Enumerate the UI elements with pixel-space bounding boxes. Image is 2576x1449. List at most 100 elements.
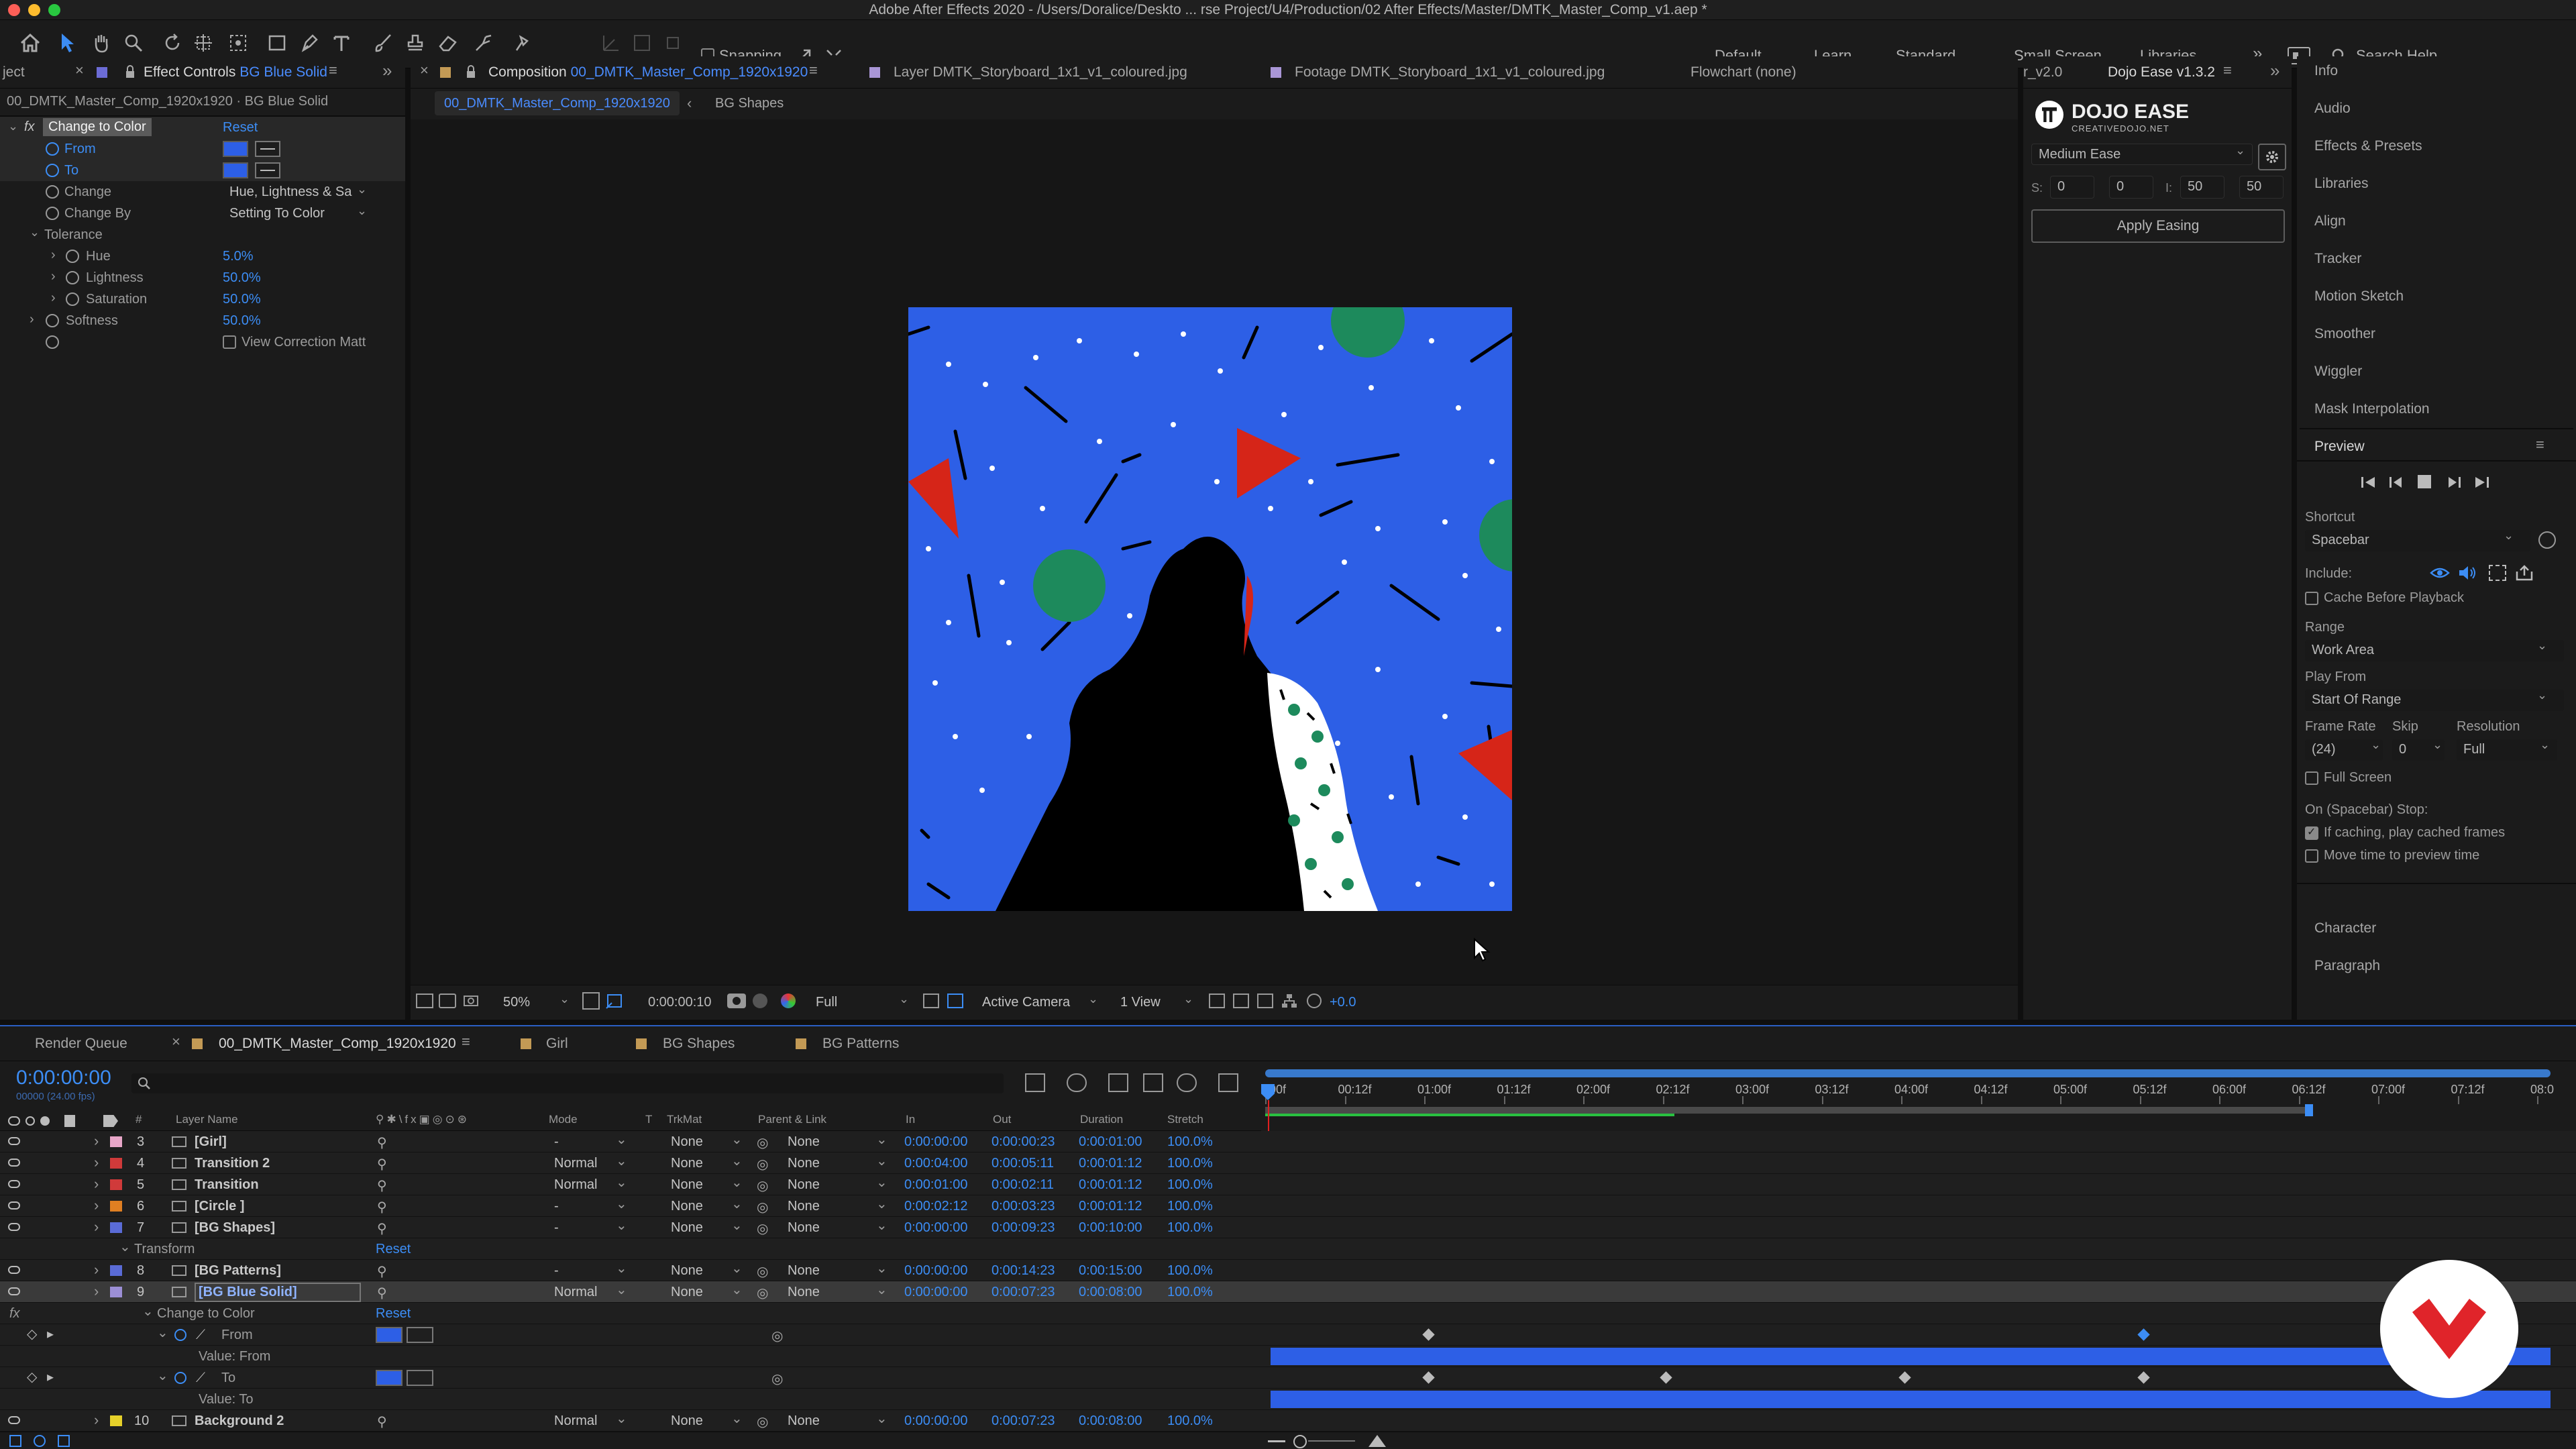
duration[interactable]: 0:00:15:00	[1079, 1263, 1142, 1279]
speed-out-field[interactable]: 0	[2109, 176, 2153, 199]
chevron-down-icon[interactable]: ⌄	[8, 119, 18, 133]
pickwhip-icon[interactable]: ◎	[757, 1413, 768, 1430]
eye-icon[interactable]	[8, 1416, 20, 1424]
tracker-panel-tab[interactable]: Tracker	[2314, 251, 2361, 267]
dojo-settings-gear-icon[interactable]	[2258, 144, 2286, 170]
composition-canvas[interactable]	[908, 307, 1512, 911]
layer-row[interactable]: › 10 Background 2 ⚲ Normal ⌄ None ⌄ ◎ None ⌄ 0:00:0…	[0, 1410, 2576, 1432]
label-color-swatch[interactable]	[110, 1415, 122, 1426]
align-panel-tab[interactable]: Align	[2314, 213, 2346, 229]
duration[interactable]: 0:00:08:00	[1079, 1413, 1142, 1429]
smoother-panel-tab[interactable]: Smoother	[2314, 326, 2375, 342]
chevron-right-icon[interactable]: ›	[94, 1283, 99, 1300]
tab-layer[interactable]: Layer DMTK_Storyboard_1x1_v1_coloured.jp…	[894, 56, 1187, 89]
parent-dropdown[interactable]: None	[788, 1156, 820, 1171]
selection-tool-icon[interactable]	[54, 28, 82, 58]
stretch[interactable]: 100.0%	[1167, 1156, 1213, 1171]
shy-switch-icon[interactable]: ⚲	[377, 1263, 387, 1280]
chevron-right-icon[interactable]: ›	[94, 1197, 99, 1214]
in-out-toggle-icon[interactable]	[58, 1435, 70, 1447]
lightness-value[interactable]: 50.0%	[223, 270, 261, 286]
pickwhip-icon[interactable]: ◎	[757, 1263, 768, 1280]
overlays-include-icon[interactable]	[2489, 565, 2506, 581]
mode-dropdown[interactable]: -	[554, 1199, 559, 1214]
export-icon[interactable]	[2514, 565, 2534, 581]
close-icon[interactable]: ×	[75, 62, 84, 79]
type-tool-icon[interactable]	[327, 28, 356, 58]
stopwatch-icon[interactable]	[46, 185, 59, 199]
layer-row[interactable]: › 9 [BG Blue Solid] ⚲ Normal ⌄ None ⌄ ◎ None ⌄ 0:00…	[0, 1281, 2576, 1303]
graph-icon[interactable]: ⟋	[196, 1328, 205, 1343]
stretch[interactable]: 100.0%	[1167, 1285, 1213, 1300]
trkmat-dropdown[interactable]: None	[671, 1220, 703, 1236]
duration[interactable]: 0:00:08:00	[1079, 1285, 1142, 1300]
color-channels-icon[interactable]	[781, 994, 796, 1008]
eye-icon[interactable]	[8, 1201, 20, 1210]
eye-icon[interactable]	[8, 1137, 20, 1145]
layer-row[interactable]: › 6 [Circle ] ⚲ - ⌄ None ⌄ ◎ None ⌄ 0:00:02:12 0:00:…	[0, 1195, 2576, 1217]
layer-row[interactable]: › 5 Transition ⚲ Normal ⌄ None ⌄ ◎ None ⌄ 0:00:01:0…	[0, 1174, 2576, 1195]
eye-icon[interactable]	[8, 1159, 20, 1167]
next-frame-icon[interactable]	[2443, 474, 2463, 491]
stretch[interactable]: 100.0%	[1167, 1413, 1213, 1429]
chevron-down-icon[interactable]: ⌄	[119, 1238, 131, 1255]
shy-switch-icon[interactable]: ⚲	[377, 1285, 387, 1301]
eye-icon[interactable]	[8, 1223, 20, 1231]
motion-sketch-panel-tab[interactable]: Motion Sketch	[2314, 288, 2404, 305]
current-time-display[interactable]: 0:00:00:00	[16, 1067, 111, 1089]
pickwhip-icon[interactable]: ◎	[757, 1134, 768, 1151]
mask-interpolation-panel-tab[interactable]: Mask Interpolation	[2314, 401, 2430, 417]
color-swatch[interactable]	[376, 1327, 402, 1343]
tab-previous-script[interactable]: r_v2.0	[2023, 56, 2062, 89]
chevron-right-icon[interactable]: ›	[51, 269, 56, 284]
label-color-swatch[interactable]	[110, 1222, 122, 1233]
chevron-right-icon[interactable]: ›	[94, 1132, 99, 1150]
safe-margins-icon[interactable]	[582, 992, 600, 1010]
stopwatch-icon[interactable]	[174, 1372, 186, 1384]
zoom-out-icon[interactable]	[1268, 1440, 1285, 1442]
panel-menu-icon[interactable]: ≡	[329, 62, 337, 79]
effects-presets-panel-tab[interactable]: Effects & Presets	[2314, 138, 2422, 154]
property-row[interactable]: ◇ ▸ ⌄ ⟋ To ◎	[0, 1367, 2576, 1389]
layer-name[interactable]: [Circle ]	[195, 1199, 244, 1214]
lock-icon[interactable]	[125, 64, 136, 79]
panel-overflow-icon[interactable]: »	[2270, 60, 2279, 81]
color-swatch[interactable]	[376, 1370, 402, 1386]
zoom-slider-handle[interactable]	[1293, 1435, 1307, 1448]
resolution-dropdown[interactable]: Full	[816, 995, 837, 1010]
stopwatch-icon[interactable]	[46, 164, 59, 177]
in-point[interactable]: 0:00:02:12	[904, 1199, 968, 1214]
shy-switch-icon[interactable]: ⚲	[377, 1134, 387, 1151]
tab-effect-controls[interactable]: Effect Controls BG Blue Solid	[144, 56, 327, 89]
trkmat-dropdown[interactable]: None	[671, 1156, 703, 1171]
influence-in-field[interactable]: 50	[2180, 176, 2224, 199]
puppet-tool-icon[interactable]	[507, 28, 535, 58]
rotation-tool-icon[interactable]	[158, 28, 186, 58]
parent-dropdown[interactable]: None	[788, 1134, 820, 1150]
chevron-right-icon[interactable]: ›	[94, 1411, 99, 1429]
tab-composition[interactable]: Composition 00_DMTK_Master_Comp_1920x192…	[488, 56, 808, 89]
draft-3d-icon[interactable]	[1067, 1073, 1087, 1092]
layer-name[interactable]: [Girl]	[195, 1134, 227, 1150]
chevron-down-icon[interactable]: ⌄	[30, 225, 40, 239]
first-frame-icon[interactable]	[2359, 474, 2379, 491]
stopwatch-icon[interactable]	[46, 142, 59, 156]
work-area-end-handle[interactable]	[2305, 1104, 2313, 1116]
stopwatch-icon[interactable]	[174, 1329, 186, 1341]
eyedropper-icon[interactable]	[407, 1327, 433, 1343]
trkmat-dropdown[interactable]: None	[671, 1285, 703, 1300]
always-preview-icon[interactable]	[416, 994, 433, 1008]
pan-behind-tool-icon[interactable]	[224, 28, 252, 58]
chevron-right-icon[interactable]: ›	[94, 1154, 99, 1171]
mode-dropdown[interactable]: -	[554, 1263, 559, 1279]
fast-previews-icon[interactable]	[923, 994, 939, 1008]
col-layer-name[interactable]: Layer Name	[176, 1113, 238, 1126]
trkmat-dropdown[interactable]: None	[671, 1177, 703, 1193]
keyframe-navigator-icon[interactable]: ◇	[27, 1368, 37, 1385]
tab-footage[interactable]: Footage DMTK_Storyboard_1x1_v1_coloured.…	[1295, 56, 1605, 89]
tab-girl[interactable]: Girl	[546, 1028, 568, 1060]
panel-menu-icon[interactable]: ≡	[462, 1033, 470, 1051]
parent-dropdown[interactable]: None	[788, 1285, 820, 1300]
out-point[interactable]: 0:00:03:23	[991, 1199, 1055, 1214]
tab-bg-shapes[interactable]: BG Shapes	[663, 1028, 735, 1060]
